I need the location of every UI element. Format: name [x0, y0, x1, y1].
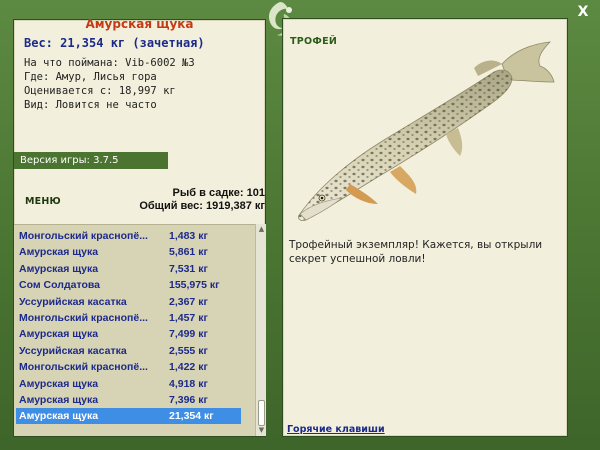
scroll-thumb[interactable]	[258, 400, 265, 426]
hotkeys-link[interactable]: Горячие клавиши	[287, 424, 385, 435]
catch-name: Уссурийская касатка	[19, 344, 127, 357]
catch-weight: 1,422 кг	[169, 361, 208, 374]
fish-rarity: Вид: Ловится не часто	[24, 99, 157, 111]
catch-name: Амурская щука	[19, 410, 99, 423]
total-weight: Общий вес: 1919,387 кг	[139, 200, 265, 212]
catch-list[interactable]: Монгольский краснопё... 1,483 кг Амурская …	[14, 224, 255, 436]
catch-name: Амурская щука	[19, 377, 99, 390]
catch-list-scrollbar[interactable]: ▲ ▼	[255, 224, 266, 436]
catch-name: Монгольский краснопё...	[19, 230, 148, 242]
catch-weight: 7,531 кг	[169, 262, 208, 275]
catch-row[interactable]: Монгольский краснопё... 1,483 кг	[16, 228, 241, 244]
catch-weight: 2,555 кг	[169, 344, 208, 357]
catch-row[interactable]: Амурская щука 5,861 кг	[16, 244, 241, 260]
catch-name: Амурская щука	[19, 394, 99, 406]
fish-weight: Вес: 21,354 кг (зачетная)	[24, 36, 205, 50]
catch-row[interactable]: Амурская щука 7,531 кг	[16, 261, 241, 277]
catch-name: Амурская щука	[19, 246, 99, 259]
catch-row[interactable]: Монгольский краснопё... 1,457 кг	[16, 310, 241, 326]
pike-fish-image	[298, 41, 555, 221]
fish-count: Рыб в садке: 101	[172, 187, 265, 199]
fish-bait: На что поймана: Vib-6002 №3	[24, 57, 195, 69]
version-bar: Версия игры: 3.7.5	[14, 152, 168, 169]
catch-row[interactable]: Уссурийская касатка 2,367 кг	[16, 294, 241, 310]
scroll-up-icon[interactable]: ▲	[257, 225, 266, 234]
close-button[interactable]: X	[575, 4, 591, 20]
catch-weight: 5,861 кг	[169, 246, 208, 259]
catch-weight: 7,499 кг	[169, 328, 208, 341]
menu-button[interactable]: МЕНЮ	[25, 196, 61, 207]
fish-info: На что поймана: Vib-6002 №3 Где: Амур, Л…	[24, 56, 195, 112]
fish-place: Где: Амур, Лисья гора	[24, 71, 157, 83]
catch-weight: 4,918 кг	[169, 377, 208, 390]
trophy-text: Трофейный экземпляр! Кажется, вы открыли…	[289, 239, 543, 265]
catch-name: Сом Солдатова	[19, 279, 101, 292]
keepnet-stats: Рыб в садке: 101 Общий вес: 1919,387 кг	[139, 187, 265, 213]
catch-weight: 1,483 кг	[169, 230, 208, 242]
catch-weight: 21,354 кг	[169, 410, 214, 423]
catch-row[interactable]: Амурская щука 21,354 кг	[16, 408, 241, 425]
catch-row[interactable]: Монгольский краснопё... 1,422 кг	[16, 359, 241, 375]
scroll-down-icon[interactable]: ▼	[257, 426, 266, 435]
catch-weight: 155,975 кг	[169, 279, 220, 292]
fish-value: Оценивается с: 18,997 кг	[24, 85, 176, 97]
catch-weight: 7,396 кг	[169, 394, 208, 406]
fish-title: Амурская щука	[85, 17, 194, 31]
catch-weight: 1,457 кг	[169, 312, 208, 324]
catch-name: Амурская щука	[19, 328, 99, 341]
catch-row[interactable]: Уссурийская касатка 2,555 кг	[16, 343, 241, 359]
catch-row[interactable]: Амурская щука 7,499 кг	[16, 326, 241, 342]
catch-row[interactable]: Амурская щука 7,396 кг	[16, 392, 241, 408]
catch-row[interactable]: Сом Солдатова 155,975 кг	[16, 277, 241, 293]
catch-name: Монгольский краснопё...	[19, 312, 148, 324]
catch-name: Монгольский краснопё...	[19, 361, 148, 374]
catch-row[interactable]: Амурская щука 4,918 кг	[16, 376, 241, 392]
catch-name: Амурская щука	[19, 262, 99, 275]
catch-weight: 2,367 кг	[169, 295, 208, 308]
catch-name: Уссурийская касатка	[19, 295, 127, 308]
